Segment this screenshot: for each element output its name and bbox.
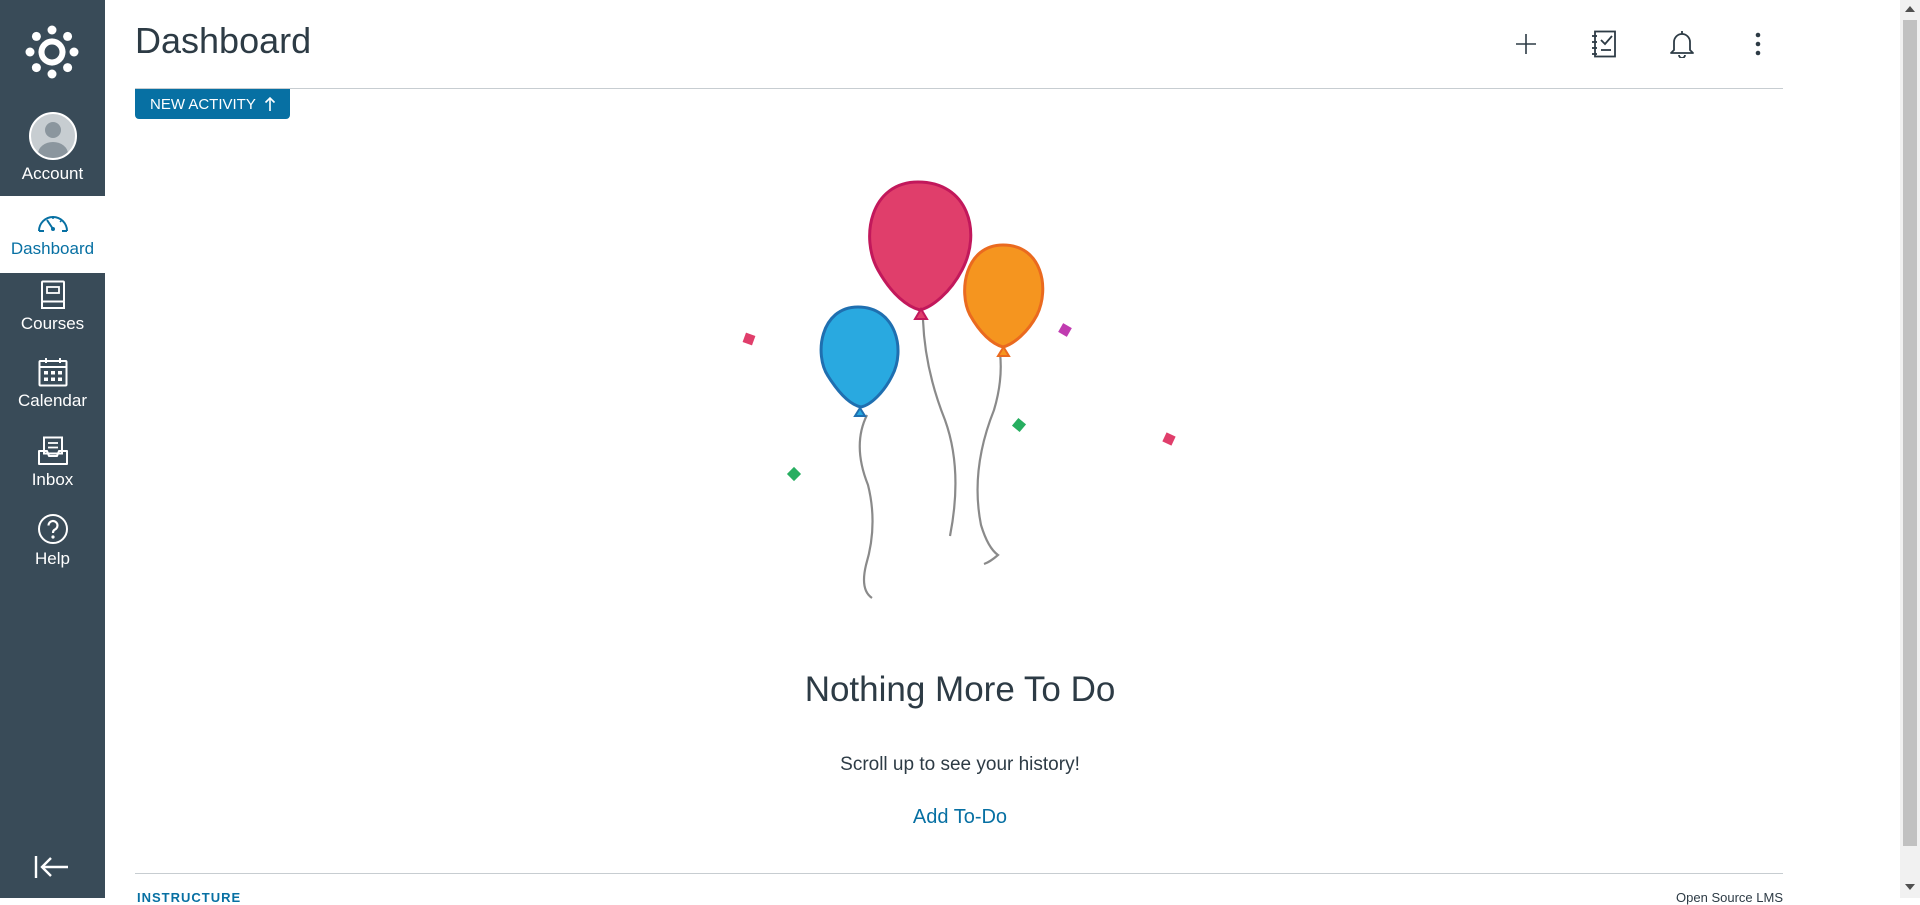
page-title: Dashboard xyxy=(135,20,312,61)
more-options-button[interactable] xyxy=(1740,26,1776,62)
nav-item-label: Courses xyxy=(20,314,85,333)
empty-state-subtitle: Scroll up to see your history! xyxy=(840,754,1080,775)
canvas-logo-icon[interactable] xyxy=(24,24,80,80)
add-button[interactable] xyxy=(1508,26,1544,62)
notifications-button[interactable] xyxy=(1664,26,1700,62)
balloon-blue xyxy=(819,305,900,409)
balloon-orange xyxy=(963,243,1045,349)
more-vertical-icon xyxy=(1755,32,1761,56)
arrow-up-icon xyxy=(264,96,275,111)
new-activity-label: NEW ACTIVITY xyxy=(150,95,256,113)
calendar-icon xyxy=(38,358,67,387)
balloon-knot xyxy=(853,406,867,417)
balloon-string xyxy=(858,414,874,599)
nav-item-inbox[interactable]: Inbox xyxy=(0,436,105,498)
scroll-thumb[interactable] xyxy=(1903,20,1917,846)
nav-item-calendar[interactable]: Calendar xyxy=(0,357,105,419)
confetti-piece xyxy=(1058,323,1072,337)
nav-item-label: Inbox xyxy=(31,470,74,489)
confetti-piece xyxy=(1162,432,1176,446)
add-todo-link[interactable]: Add To-Do xyxy=(0,806,1920,829)
scroll-up-icon[interactable] xyxy=(1905,6,1915,12)
todo-list-icon xyxy=(1592,30,1616,58)
nav-item-label: Help xyxy=(35,549,70,568)
todo-list-button[interactable] xyxy=(1586,26,1622,62)
nav-item-help[interactable]: Help xyxy=(0,513,105,575)
speedometer-icon xyxy=(37,215,68,232)
nav-item-courses[interactable]: Courses xyxy=(0,280,105,342)
page-scrollbar[interactable] xyxy=(1900,0,1920,898)
confetti-piece xyxy=(786,466,802,482)
confetti-piece xyxy=(742,332,756,346)
balloon-pink xyxy=(868,180,973,312)
balloon-string xyxy=(976,352,1002,566)
nav-item-label: Account xyxy=(21,164,84,183)
nav-item-dashboard[interactable]: Dashboard xyxy=(0,196,105,273)
inbox-icon xyxy=(37,436,68,465)
balloon-string xyxy=(921,319,957,537)
avatar xyxy=(28,112,77,160)
collapse-nav-icon[interactable] xyxy=(34,853,70,881)
balloon-knot xyxy=(996,345,1011,357)
nav-item-account[interactable]: Account xyxy=(0,112,105,196)
bell-icon xyxy=(1670,31,1694,58)
plus-icon xyxy=(1516,34,1536,54)
empty-state-title: Nothing More To Do xyxy=(804,670,1116,709)
new-activity-button[interactable]: NEW ACTIVITY xyxy=(135,89,290,119)
user-icon xyxy=(37,122,68,158)
balloons-illustration xyxy=(742,180,1176,599)
footer-divider xyxy=(135,873,1783,874)
confetti-piece xyxy=(1011,417,1027,433)
nav-item-label: Calendar xyxy=(18,391,87,410)
help-icon xyxy=(37,514,68,544)
scroll-down-icon[interactable] xyxy=(1905,884,1915,890)
header-divider xyxy=(135,88,1783,89)
book-icon xyxy=(40,280,65,309)
nav-item-label: Dashboard xyxy=(10,238,95,258)
